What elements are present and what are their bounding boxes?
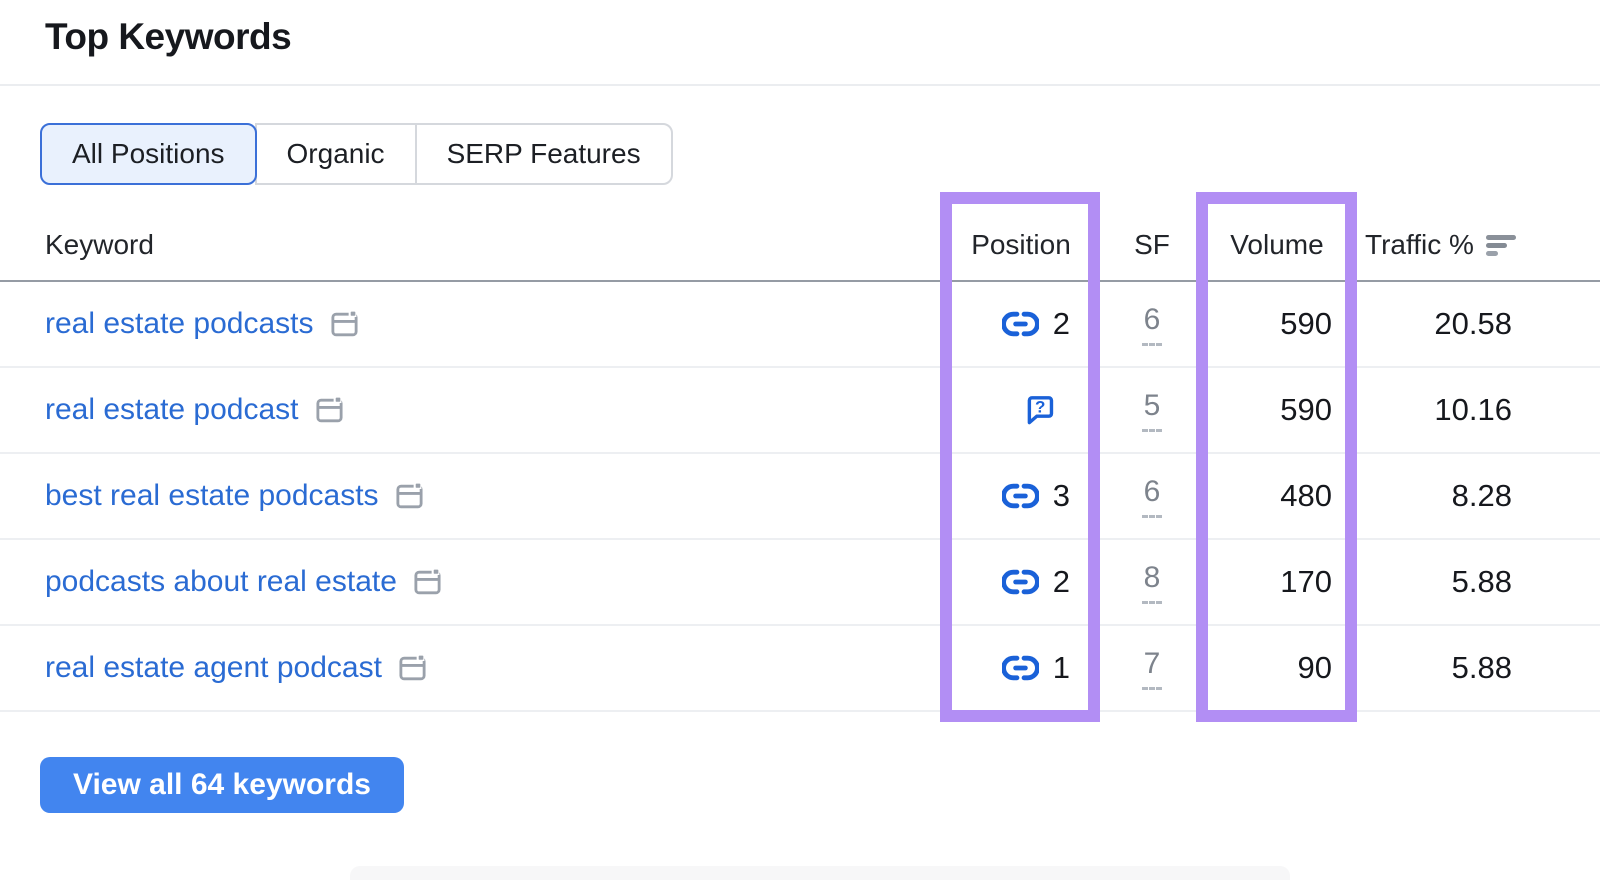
svg-text:?: ? <box>1035 397 1045 416</box>
sf-value[interactable]: 6 <box>1141 475 1163 518</box>
keyword-link[interactable]: real estate agent podcast <box>45 651 382 685</box>
traffic-value: 5.88 <box>1451 564 1512 599</box>
traffic-value: 20.58 <box>1434 306 1512 341</box>
volume-value: 480 <box>1280 478 1332 513</box>
question-bubble-icon[interactable]: ? <box>1022 393 1056 427</box>
link-position-icon[interactable] <box>1001 483 1039 509</box>
position-value: 1 <box>1052 650 1070 685</box>
column-header-sf: SF <box>1134 229 1170 260</box>
table-row: best real estate podcasts 3 6 480 8.28 <box>0 454 1600 540</box>
top-keywords-panel: Top Keywords All Positions Organic SERP … <box>0 0 1600 880</box>
tab-all-positions[interactable]: All Positions <box>40 123 257 185</box>
sf-value[interactable]: 8 <box>1141 561 1163 604</box>
sf-value[interactable]: 6 <box>1141 303 1163 346</box>
column-header-traffic[interactable]: Traffic % <box>1365 210 1520 280</box>
volume-value: 90 <box>1297 650 1332 685</box>
keyword-link[interactable]: real estate podcasts <box>45 307 314 341</box>
view-all-keywords-button[interactable]: View all 64 keywords <box>40 757 404 813</box>
column-header-traffic-label: Traffic % <box>1365 229 1474 260</box>
tab-serp-features[interactable]: SERP Features <box>414 123 673 185</box>
table-row: podcasts about real estate 2 8 170 5.88 <box>0 540 1600 626</box>
keyword-link[interactable]: best real estate podcasts <box>45 479 379 513</box>
traffic-value: 8.28 <box>1451 478 1512 513</box>
sf-value[interactable]: 5 <box>1141 389 1163 432</box>
keyword-link[interactable]: real estate podcast <box>45 393 299 427</box>
table-row: real estate podcasts 2 6 590 20.58 <box>0 282 1600 368</box>
link-position-icon[interactable] <box>1001 311 1039 337</box>
table-row: real estate agent podcast 1 7 90 5.88 <box>0 626 1600 712</box>
serp-preview-icon[interactable] <box>394 481 425 512</box>
volume-value: 170 <box>1280 564 1332 599</box>
title-divider <box>0 84 1600 86</box>
sf-value[interactable]: 7 <box>1141 647 1163 690</box>
page-title: Top Keywords <box>45 16 292 57</box>
table-row: real estate podcast ? 5 590 10.16 <box>0 368 1600 454</box>
volume-value: 590 <box>1280 306 1332 341</box>
table-header-row: Keyword Position SF Volume Traffic % <box>0 210 1600 282</box>
serp-preview-icon[interactable] <box>397 653 428 684</box>
link-position-icon[interactable] <box>1001 569 1039 595</box>
position-value: 2 <box>1052 564 1070 599</box>
serp-preview-icon[interactable] <box>329 309 360 340</box>
keyword-link[interactable]: podcasts about real estate <box>45 565 397 599</box>
traffic-value: 10.16 <box>1434 392 1512 427</box>
sort-bars-icon[interactable] <box>1485 233 1520 258</box>
traffic-value: 5.88 <box>1451 650 1512 685</box>
link-position-icon[interactable] <box>1001 655 1039 681</box>
column-header-volume: Volume <box>1230 229 1324 260</box>
column-header-keyword: Keyword <box>45 229 154 260</box>
tab-organic[interactable]: Organic <box>254 123 417 185</box>
position-filter-tabs: All Positions Organic SERP Features <box>40 123 673 185</box>
serp-preview-icon[interactable] <box>412 567 443 598</box>
keywords-table: real estate podcasts 2 6 590 20.58 real … <box>0 282 1600 712</box>
below-panel-edge <box>350 866 1290 880</box>
volume-value: 590 <box>1280 392 1332 427</box>
position-value: 3 <box>1052 478 1070 513</box>
column-header-position: Position <box>971 229 1071 260</box>
position-value: 2 <box>1052 306 1070 341</box>
serp-preview-icon[interactable] <box>314 395 345 426</box>
